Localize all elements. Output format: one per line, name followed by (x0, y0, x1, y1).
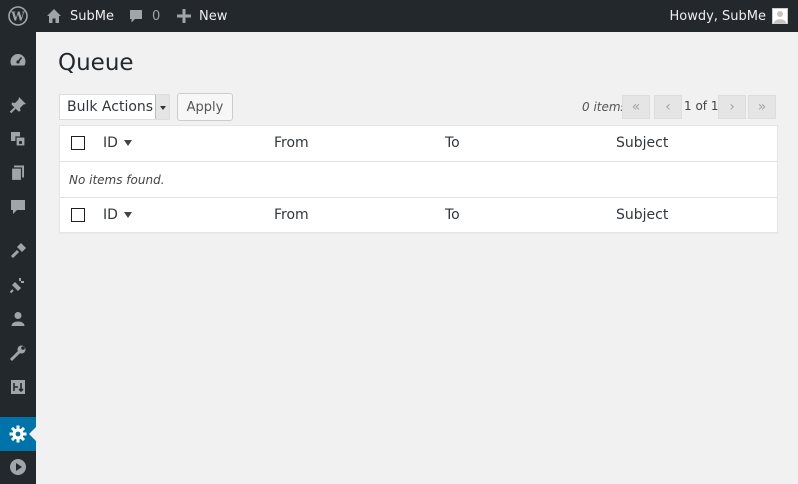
dashboard-icon (10, 54, 26, 66)
plus-icon (177, 9, 191, 23)
howdy-label: Howdy, SubMe (669, 8, 766, 24)
column-subject-header: Subject (616, 135, 669, 151)
menu-users[interactable] (0, 302, 36, 336)
column-from-footer: From (274, 207, 309, 223)
admin-bar: W SubMe 0 New Howdy, SubMe (0, 0, 798, 32)
menu-pages[interactable] (0, 156, 36, 190)
select-all-checkbox[interactable] (71, 136, 85, 150)
media-icon (11, 132, 26, 147)
column-id-label: ID (103, 207, 118, 223)
last-page-button[interactable]: » (748, 95, 776, 119)
menu-posts[interactable] (0, 88, 36, 122)
plugins-icon (9, 278, 24, 294)
site-name-label: SubMe (70, 8, 114, 24)
chevron-down-icon (155, 95, 169, 119)
svg-text:W: W (10, 10, 25, 24)
next-page-button[interactable]: › (718, 95, 746, 119)
column-subject-footer: Subject (616, 207, 669, 223)
column-to-footer: To (445, 207, 460, 223)
play-icon (10, 459, 26, 475)
comments-icon (11, 200, 25, 214)
table-header-row: ID From To Subject (60, 126, 777, 162)
appearance-icon (10, 243, 26, 259)
column-id-label: ID (103, 135, 118, 151)
menu-tools[interactable] (0, 336, 36, 370)
pin-icon (9, 97, 26, 114)
sort-arrow-icon (123, 140, 132, 146)
bulk-actions-select[interactable]: Bulk Actions (59, 94, 170, 120)
my-account-link[interactable]: Howdy, SubMe (669, 0, 788, 32)
comments-count: 0 (152, 8, 161, 24)
menu-comments[interactable] (0, 190, 36, 224)
comments-link[interactable]: 0 (128, 0, 160, 32)
no-items-message: No items found. (69, 173, 165, 187)
menu-dashboard[interactable] (0, 43, 36, 77)
users-icon (11, 312, 25, 326)
queue-table: ID From To Subject No items found. ID Fr… (59, 125, 778, 233)
new-content-link[interactable]: New (177, 0, 227, 32)
table-row: No items found. (60, 162, 777, 198)
new-label: New (199, 8, 228, 24)
column-from-header: From (274, 135, 309, 151)
site-name-link[interactable]: SubMe (46, 0, 114, 32)
settings-icon (9, 425, 27, 443)
tools-icon (9, 345, 26, 362)
import-icon (11, 380, 25, 394)
menu-plugins[interactable] (0, 268, 36, 302)
menu-media-player[interactable] (0, 450, 36, 484)
column-id-header[interactable]: ID (103, 135, 132, 151)
first-page-button[interactable]: « (622, 95, 650, 119)
pages-icon (10, 165, 24, 182)
menu-import[interactable] (0, 370, 36, 404)
table-footer-row: ID From To Subject (60, 197, 777, 233)
wordpress-logo-icon[interactable]: W (8, 0, 30, 32)
avatar (772, 8, 788, 24)
items-count: 0 items (582, 100, 627, 114)
column-id-footer[interactable]: ID (103, 207, 132, 223)
column-to-header: To (445, 135, 460, 151)
home-icon (47, 9, 61, 23)
comment-bubble-icon (130, 10, 142, 23)
menu-appearance[interactable] (0, 234, 36, 268)
menu-settings[interactable] (0, 417, 36, 451)
paging-current: 1 of 1 (684, 99, 719, 113)
select-all-checkbox-footer[interactable] (71, 208, 85, 222)
prev-page-button[interactable]: ‹ (654, 95, 682, 119)
sort-arrow-icon (123, 212, 132, 218)
page-title: Queue (58, 50, 134, 76)
apply-button[interactable]: Apply (177, 93, 233, 121)
menu-media[interactable] (0, 122, 36, 156)
admin-menu (0, 32, 36, 484)
bulk-actions-label: Bulk Actions (67, 99, 154, 115)
